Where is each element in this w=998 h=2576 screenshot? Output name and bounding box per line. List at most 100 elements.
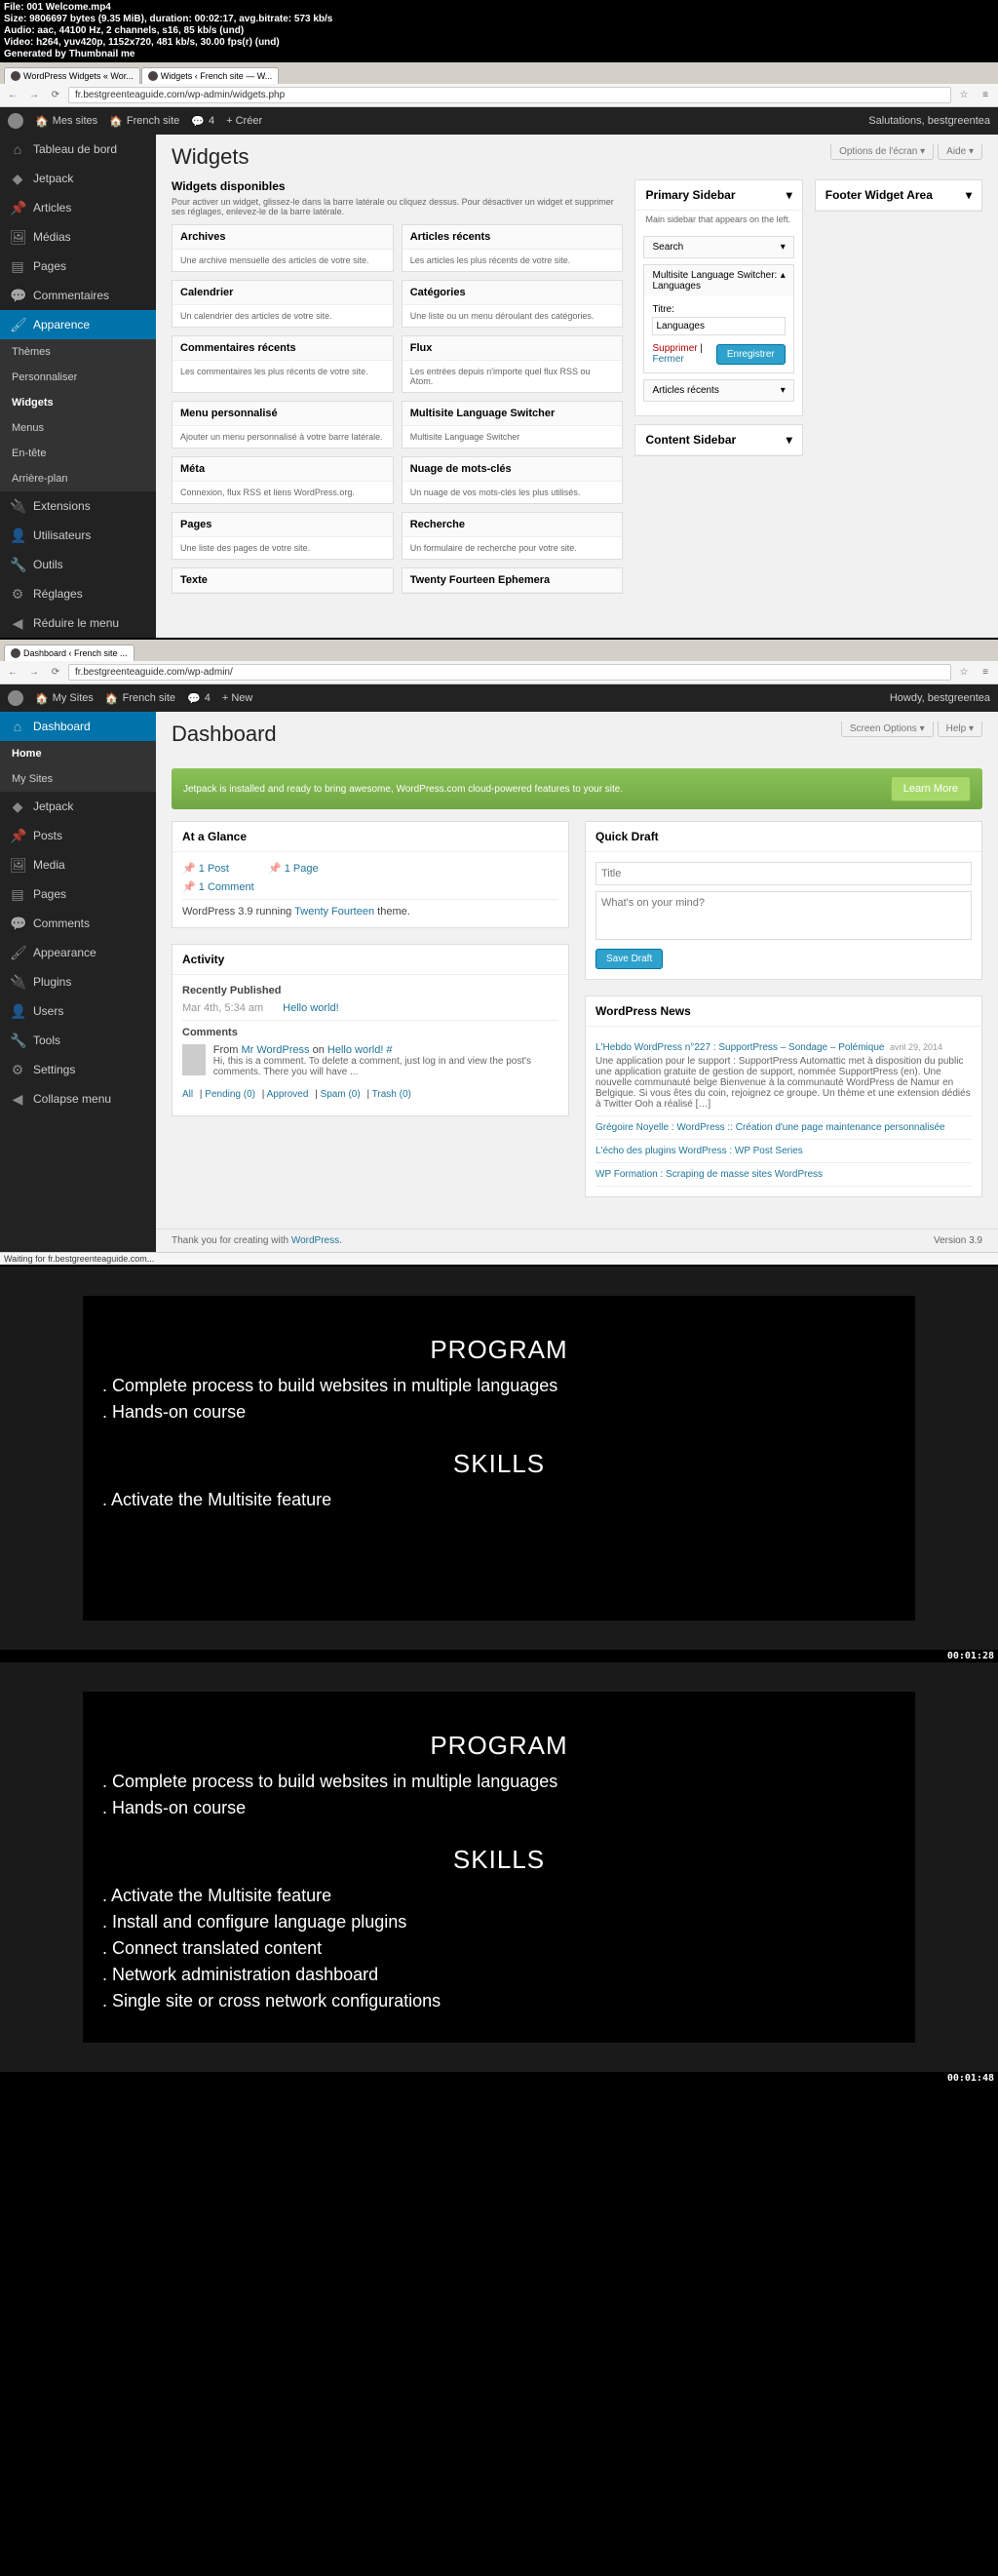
url-input[interactable]: fr.bestgreenteaguide.com/wp-admin/ [68, 664, 951, 681]
widget-title-input[interactable] [652, 317, 785, 335]
activity-post-link[interactable]: Hello world! [283, 1002, 338, 1014]
screen-options-tab[interactable]: Options de l'écran ▾ [830, 144, 934, 160]
filter-spam[interactable]: Spam (0) [321, 1089, 361, 1100]
post-count-link[interactable]: 1 Post [182, 862, 229, 875]
news-link[interactable]: L'écho des plugins WordPress : WP Post S… [595, 1146, 803, 1156]
news-link[interactable]: Grégoire Noyelle : WordPress :: Création… [595, 1122, 945, 1133]
bookmark-icon[interactable]: ☆ [955, 664, 973, 682]
postbox-heading[interactable]: At a Glance [173, 822, 568, 852]
menu-comments[interactable]: 💬Comments [0, 909, 156, 938]
menu-icon[interactable]: ≡ [977, 664, 994, 682]
comments-count[interactable]: 💬 4 [191, 115, 214, 128]
theme-link[interactable]: Twenty Fourteen [294, 906, 374, 917]
draft-title-input[interactable] [595, 862, 972, 885]
available-widget[interactable]: MétaConnexion, flux RSS et liens WordPre… [172, 456, 394, 504]
screen-options-tab[interactable]: Screen Options ▾ [841, 722, 934, 737]
back-icon[interactable]: ← [4, 664, 21, 682]
filter-all[interactable]: All [182, 1089, 193, 1100]
submenu-mysites[interactable]: My Sites [0, 766, 156, 792]
submenu-home[interactable]: Home [0, 741, 156, 766]
my-sites-link[interactable]: 🏠 My Sites [35, 692, 94, 705]
menu-posts[interactable]: 📌Posts [0, 821, 156, 850]
my-sites-link[interactable]: 🏠 Mes sites [35, 115, 97, 128]
forward-icon[interactable]: → [25, 87, 43, 104]
submenu-widgets[interactable]: Widgets [0, 390, 156, 415]
delete-link[interactable]: Supprimer [652, 343, 697, 354]
wordpress-logo-icon[interactable] [8, 113, 23, 129]
menu-extensions[interactable]: 🔌Extensions [0, 491, 156, 521]
available-widget[interactable]: ArchivesUne archive mensuelle des articl… [172, 224, 394, 272]
news-link[interactable]: L'Hebdo WordPress n°227 : SupportPress –… [595, 1042, 884, 1053]
available-widget[interactable]: RechercheUn formulaire de recherche pour… [402, 512, 624, 560]
menu-pages[interactable]: ▤Pages [0, 879, 156, 909]
available-widget[interactable]: Commentaires récentsLes commentaires les… [172, 335, 394, 393]
draft-content-input[interactable] [595, 891, 972, 940]
new-link[interactable]: + Créer [226, 115, 262, 127]
browser-tab-active[interactable]: Dashboard ‹ French site ... [4, 644, 134, 661]
menu-media[interactable]: 🖼Médias [0, 222, 156, 252]
reload-icon[interactable]: ⟳ [47, 87, 64, 104]
content-sidebar-area[interactable]: Content Sidebar▾ [634, 424, 802, 456]
learn-more-button[interactable]: Learn More [891, 776, 971, 801]
help-tab[interactable]: Aide ▾ [938, 144, 982, 160]
filter-pending[interactable]: Pending (0) [205, 1089, 255, 1100]
menu-dashboard[interactable]: ⌂Tableau de bord [0, 135, 156, 164]
menu-media[interactable]: 🖼Media [0, 850, 156, 879]
available-widget[interactable]: Texte [172, 567, 394, 594]
comments-count[interactable]: 💬 4 [187, 692, 211, 705]
available-widget[interactable]: FluxLes entrées depuis n'importe quel fl… [402, 335, 624, 393]
available-widget[interactable]: Nuage de mots-clésUn nuage de vos mots-c… [402, 456, 624, 504]
menu-settings[interactable]: ⚙Settings [0, 1055, 156, 1084]
close-link[interactable]: Fermer [652, 354, 683, 365]
help-tab[interactable]: Help ▾ [938, 722, 982, 737]
page-count-link[interactable]: 1 Page [268, 862, 319, 875]
greeting[interactable]: Howdy, bestgreentea [890, 692, 990, 704]
url-input[interactable]: fr.bestgreenteaguide.com/wp-admin/widget… [68, 87, 951, 103]
menu-jetpack[interactable]: ◆Jetpack [0, 792, 156, 821]
greeting[interactable]: Salutations, bestgreentea [868, 115, 990, 127]
new-link[interactable]: + New [222, 692, 253, 704]
available-widget[interactable]: Multisite Language SwitcherMultisite Lan… [402, 401, 624, 449]
menu-plugins[interactable]: 🔌Plugins [0, 967, 156, 996]
menu-users[interactable]: 👤Users [0, 996, 156, 1026]
available-widget[interactable]: CatégoriesUne liste ou un menu déroulant… [402, 280, 624, 328]
menu-collapse[interactable]: ◀Collapse menu [0, 1084, 156, 1113]
available-widget[interactable]: Articles récentsLes articles les plus ré… [402, 224, 624, 272]
postbox-heading[interactable]: Activity [173, 945, 568, 975]
submenu-header[interactable]: En-tête [0, 441, 156, 466]
save-draft-button[interactable]: Save Draft [595, 949, 663, 969]
available-widget[interactable]: Menu personnaliséAjouter un menu personn… [172, 401, 394, 449]
menu-tools[interactable]: 🔧Outils [0, 550, 156, 579]
menu-pages[interactable]: ▤Pages [0, 252, 156, 281]
available-widget[interactable]: Twenty Fourteen Ephemera [402, 567, 624, 594]
menu-tools[interactable]: 🔧Tools [0, 1026, 156, 1055]
submenu-themes[interactable]: Thèmes [0, 339, 156, 365]
site-link[interactable]: 🏠 French site [109, 115, 179, 128]
site-link[interactable]: 🏠 French site [105, 692, 175, 705]
widget-search[interactable]: Search▾ [643, 236, 793, 258]
postbox-heading[interactable]: WordPress News [586, 996, 981, 1027]
menu-articles[interactable]: 📌Articles [0, 193, 156, 222]
save-button[interactable]: Enregistrer [716, 344, 786, 365]
available-widget[interactable]: CalendrierUn calendrier des articles de … [172, 280, 394, 328]
footer-widget-area[interactable]: Footer Widget Area▾ [815, 179, 982, 212]
menu-settings[interactable]: ⚙Réglages [0, 579, 156, 608]
news-link[interactable]: WP Formation : Scraping de masse sites W… [595, 1169, 823, 1180]
forward-icon[interactable]: → [25, 664, 43, 682]
widget-recent-articles[interactable]: Articles récents▾ [643, 379, 793, 402]
menu-dashboard[interactable]: ⌂Dashboard [0, 712, 156, 741]
submenu-personalize[interactable]: Personnaliser [0, 365, 156, 390]
filter-trash[interactable]: Trash (0) [372, 1089, 411, 1100]
menu-jetpack[interactable]: ◆Jetpack [0, 164, 156, 193]
menu-appearance[interactable]: 🖌Apparence [0, 310, 156, 339]
browser-tab-active[interactable]: Widgets ‹ French site — W... [141, 67, 280, 84]
menu-icon[interactable]: ≡ [977, 87, 994, 104]
menu-users[interactable]: 👤Utilisateurs [0, 521, 156, 550]
submenu-menus[interactable]: Menus [0, 415, 156, 441]
comment-post-link[interactable]: Hello world! # [327, 1044, 393, 1056]
wordpress-logo-icon[interactable] [8, 690, 23, 706]
sidebar-heading[interactable]: Primary Sidebar▾ [635, 180, 801, 211]
menu-comments[interactable]: 💬Commentaires [0, 281, 156, 310]
menu-collapse[interactable]: ◀Réduire le menu [0, 608, 156, 638]
submenu-background[interactable]: Arrière-plan [0, 466, 156, 491]
